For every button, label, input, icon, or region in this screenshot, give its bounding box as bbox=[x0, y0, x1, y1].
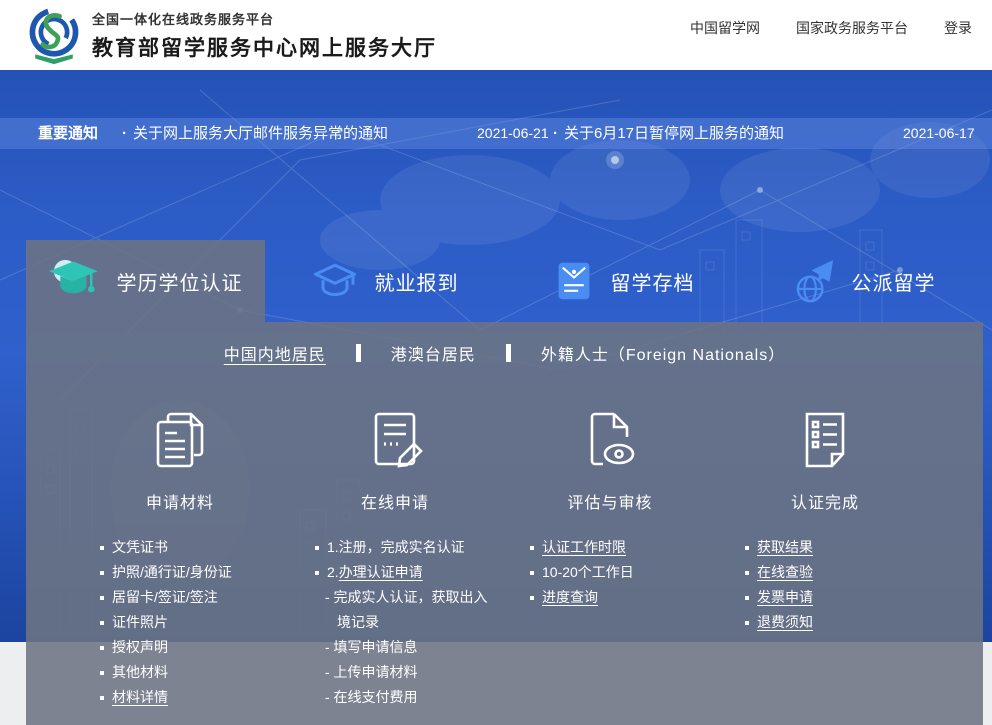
list-item-text: 其他材料 bbox=[112, 664, 168, 680]
form-edit-icon bbox=[363, 408, 427, 472]
list-item[interactable]: 在线查验 bbox=[745, 560, 925, 585]
graduation-cap-outline-icon bbox=[311, 259, 359, 303]
plane-globe-icon bbox=[790, 257, 836, 305]
step-online-application: 在线申请 1.注册，完成实名认证 2.办理认证申请 - 完成实人认证，获取出入境记录… bbox=[315, 408, 530, 710]
list-item[interactable]: 认证工作时限 bbox=[530, 535, 710, 560]
step-application-materials: 申请材料 文凭证书护照/通行证/身份证居留卡/签证/签注证件照片授权声明其他材料… bbox=[100, 408, 315, 710]
list-item-link[interactable]: 认证工作时限 bbox=[542, 539, 626, 555]
subtab-foreign-nationals[interactable]: 外籍人士（Foreign Nationals） bbox=[541, 341, 785, 365]
notice-bar: 重要通知 关于网上服务大厅邮件服务异常的通知 2021-06-21 关于6月17… bbox=[0, 118, 992, 149]
top-nav: 中国留学网 国家政务服务平台 登录 bbox=[690, 18, 972, 38]
notice-link[interactable]: 关于6月17日暂停网上服务的通知 bbox=[553, 118, 784, 149]
list-item-text: - 上传申请材料 bbox=[325, 664, 418, 680]
list-item: - 完成实人认证，获取出入境记录 bbox=[315, 585, 495, 635]
list-item-text: 护照/通行证/身份证 bbox=[112, 564, 232, 580]
site-header: 全国一体化在线政务服务平台 教育部留学服务中心网上服务大厅 中国留学网 国家政务… bbox=[0, 0, 992, 70]
list-item: 其他材料 bbox=[100, 660, 280, 685]
list-item: 授权声明 bbox=[100, 635, 280, 660]
login-link[interactable]: 登录 bbox=[944, 18, 972, 38]
tab-label: 就业报到 bbox=[375, 267, 459, 296]
list-item-link[interactable]: 发票申请 bbox=[757, 589, 813, 605]
list-item-text: - 完成实人认证，获取出入境记录 bbox=[325, 589, 488, 630]
list-item-text: 证件照片 bbox=[112, 614, 168, 630]
list-item[interactable]: 发票申请 bbox=[745, 585, 925, 610]
archive-document-icon bbox=[553, 258, 595, 304]
step-certification-complete: 认证完成 获取结果在线查验发票申请退费须知 bbox=[745, 408, 960, 710]
list-item[interactable]: 材料详情 bbox=[100, 685, 280, 710]
process-steps: 申请材料 文凭证书护照/通行证/身份证居留卡/签证/签注证件照片授权声明其他材料… bbox=[26, 408, 983, 710]
subtab-mainland-residents[interactable]: 中国内地居民 bbox=[224, 341, 326, 365]
list-item: - 填写申请信息 bbox=[315, 635, 495, 660]
list-item: 证件照片 bbox=[100, 610, 280, 635]
list-item: 文凭证书 bbox=[100, 535, 280, 560]
list-item-link[interactable]: 办理认证申请 bbox=[339, 564, 423, 580]
content-panel: 中国内地居民 港澳台居民 外籍人士（Foreign Nationals） 申请材… bbox=[26, 322, 983, 725]
list-item: 居留卡/签证/签注 bbox=[100, 585, 280, 610]
documents-icon bbox=[148, 408, 212, 472]
step-evaluation-review: 评估与审核 认证工作时限 10-20个工作日进度查询 bbox=[530, 408, 745, 710]
list-item-prefix: 2. bbox=[327, 564, 339, 580]
tab-label: 留学存档 bbox=[611, 267, 695, 296]
list-item[interactable]: 进度查询 bbox=[530, 585, 710, 610]
cscse-logo-icon bbox=[24, 5, 84, 65]
tab-employment-registration[interactable]: 就业报到 bbox=[265, 240, 504, 322]
step-title: 评估与审核 bbox=[530, 489, 690, 513]
service-tabs: 学历学位认证 就业报到 留学存档 bbox=[0, 240, 992, 322]
notice-date: 2021-06-17 bbox=[903, 118, 975, 149]
list-item-link[interactable]: 材料详情 bbox=[112, 689, 168, 705]
list-item[interactable]: 2.办理认证申请 bbox=[315, 560, 495, 585]
list-item: - 上传申请材料 bbox=[315, 660, 495, 685]
platform-title: 全国一体化在线政务服务平台 bbox=[92, 9, 437, 28]
step-title: 在线申请 bbox=[315, 489, 475, 513]
list-item: 1.注册，完成实名认证 bbox=[315, 535, 495, 560]
notice-link[interactable]: 关于网上服务大厅邮件服务异常的通知 bbox=[122, 118, 388, 149]
list-item-text: - 在线支付费用 bbox=[325, 689, 418, 705]
step-title: 认证完成 bbox=[745, 489, 905, 513]
checklist-icon bbox=[793, 408, 857, 472]
resident-subtabs: 中国内地居民 港澳台居民 外籍人士（Foreign Nationals） bbox=[26, 322, 983, 384]
list-item-text: 10-20个工作日 bbox=[542, 564, 634, 580]
list-item-text: 1.注册，完成实名认证 bbox=[327, 539, 465, 555]
tab-government-sponsored-study[interactable]: 公派留学 bbox=[743, 240, 982, 322]
tab-label: 公派留学 bbox=[852, 267, 936, 296]
nav-link-national-gov-platform[interactable]: 国家政务服务平台 bbox=[796, 18, 908, 38]
list-item-link[interactable]: 退费须知 bbox=[757, 614, 813, 630]
list-item-text: 居留卡/签证/签注 bbox=[112, 589, 218, 605]
list-item-link[interactable]: 进度查询 bbox=[542, 589, 598, 605]
list-item-text: 授权声明 bbox=[112, 639, 168, 655]
list-item[interactable]: 获取结果 bbox=[745, 535, 925, 560]
nav-link-chinese-study-abroad[interactable]: 中国留学网 bbox=[690, 18, 760, 38]
tab-label: 学历学位认证 bbox=[117, 267, 243, 296]
site-title: 教育部留学服务中心网上服务大厅 bbox=[92, 32, 437, 62]
subtab-divider bbox=[506, 344, 511, 362]
notice-date: 2021-06-21 bbox=[477, 118, 549, 149]
list-item: 10-20个工作日 bbox=[530, 560, 710, 585]
list-item-link[interactable]: 获取结果 bbox=[757, 539, 813, 555]
page: 全国一体化在线政务服务平台 教育部留学服务中心网上服务大厅 中国留学网 国家政务… bbox=[0, 0, 992, 725]
list-item: - 在线支付费用 bbox=[315, 685, 495, 710]
notice-label: 重要通知 bbox=[38, 118, 98, 149]
list-item: 护照/通行证/身份证 bbox=[100, 560, 280, 585]
list-item-text: - 填写申请信息 bbox=[325, 639, 418, 655]
list-item[interactable]: 退费须知 bbox=[745, 610, 925, 635]
subtab-hk-macao-taiwan-residents[interactable]: 港澳台居民 bbox=[391, 341, 476, 365]
list-item-link[interactable]: 在线查验 bbox=[757, 564, 813, 580]
document-eye-icon bbox=[578, 408, 642, 472]
subtab-divider bbox=[356, 344, 361, 362]
tab-degree-certification[interactable]: 学历学位认证 bbox=[26, 240, 265, 322]
step-title: 申请材料 bbox=[100, 489, 260, 513]
list-item-text: 文凭证书 bbox=[112, 539, 168, 555]
graduation-cap-icon bbox=[49, 256, 101, 306]
tab-study-abroad-archives[interactable]: 留学存档 bbox=[504, 240, 743, 322]
